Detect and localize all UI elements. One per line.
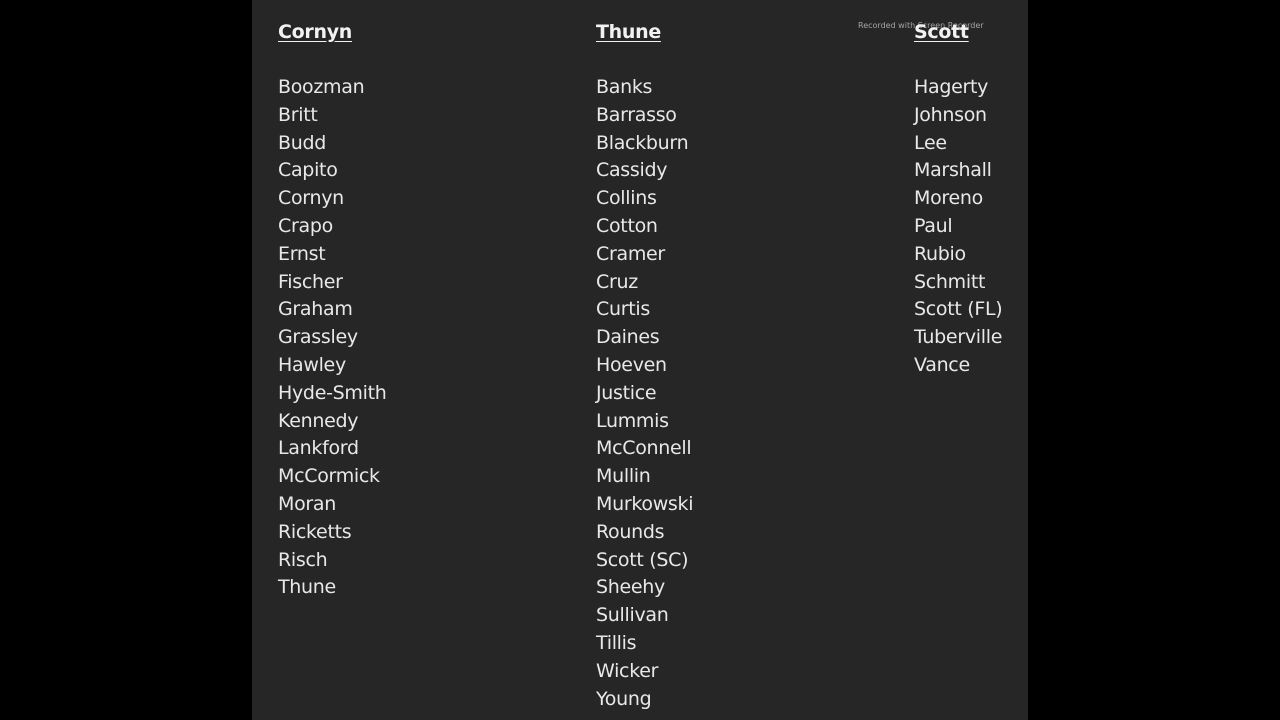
column-header: Scott [914, 21, 969, 43]
senator-name: Tillis [596, 631, 637, 654]
senator-name: Crapo [278, 214, 333, 237]
senator-name: Cramer [596, 242, 665, 265]
senator-name: Cruz [596, 270, 638, 293]
senator-name: Fischer [278, 270, 343, 293]
senator-name: Paul [914, 214, 953, 237]
senator-name: Moran [278, 492, 337, 515]
senator-name: Rubio [914, 242, 966, 265]
senator-name: Boozman [278, 76, 365, 98]
senator-name: Lummis [596, 409, 669, 432]
senator-name: Sullivan [596, 604, 669, 627]
senator-name: Hawley [278, 353, 346, 376]
senator-name: Mullin [596, 465, 651, 488]
senator-name: Johnson [914, 103, 987, 126]
senator-name: Lee [914, 131, 947, 154]
senator-name: Schmitt [914, 270, 986, 293]
senator-name: Hoeven [596, 353, 667, 376]
senator-name: Banks [596, 76, 653, 98]
senator-name: Sheehy [596, 576, 665, 599]
senator-name: Hyde-Smith [278, 381, 387, 404]
senator-name: Thune [278, 576, 336, 599]
senator-name: Justice [596, 381, 657, 404]
senator-name: Tuberville [914, 326, 1003, 349]
senator-name: Ricketts [278, 520, 352, 543]
senator-name: Vance [914, 353, 970, 376]
senator-name: Cornyn [278, 187, 344, 210]
senator-name: Capito [278, 159, 338, 182]
senator-name: Graham [278, 298, 353, 321]
column-scott: Scott Hagerty Johnson Lee Marshall Moreno Pau… [914, 18, 1003, 379]
senator-name: Scott (SC) [596, 548, 689, 571]
column-header: Thune [596, 21, 661, 43]
senator-name: Kennedy [278, 409, 359, 432]
senator-name: Britt [278, 103, 318, 126]
senator-name: Blackburn [596, 131, 689, 154]
senator-name: Grassley [278, 326, 358, 349]
senator-name: Wicker [596, 659, 659, 682]
senator-name: Cotton [596, 214, 658, 237]
senator-name: Young [596, 687, 652, 710]
senator-name: Moreno [914, 187, 983, 210]
senator-name: McCormick [278, 465, 380, 488]
senator-name: Murkowski [596, 492, 694, 515]
senator-name: Ernst [278, 242, 326, 265]
senator-name: McConnell [596, 437, 692, 460]
senator-name: Curtis [596, 298, 650, 321]
senator-name: Budd [278, 131, 326, 154]
senator-name: Collins [596, 187, 657, 210]
senator-name: Risch [278, 548, 328, 571]
senator-name: Lankford [278, 437, 359, 460]
senator-name: Hagerty [914, 76, 989, 98]
senator-name: Scott (FL) [914, 298, 1003, 321]
senator-name: Rounds [596, 520, 665, 543]
column-thune: Thune Banks Barrasso Blackburn Cassidy Colli… [596, 18, 694, 712]
senator-name: Cassidy [596, 159, 668, 182]
senator-name: Barrasso [596, 103, 677, 126]
column-cornyn: Cornyn Boozman Britt Budd Capito Cornyn Crapo… [278, 18, 387, 601]
senator-name: Daines [596, 326, 660, 349]
column-header: Cornyn [278, 21, 353, 43]
senator-name: Marshall [914, 159, 992, 182]
